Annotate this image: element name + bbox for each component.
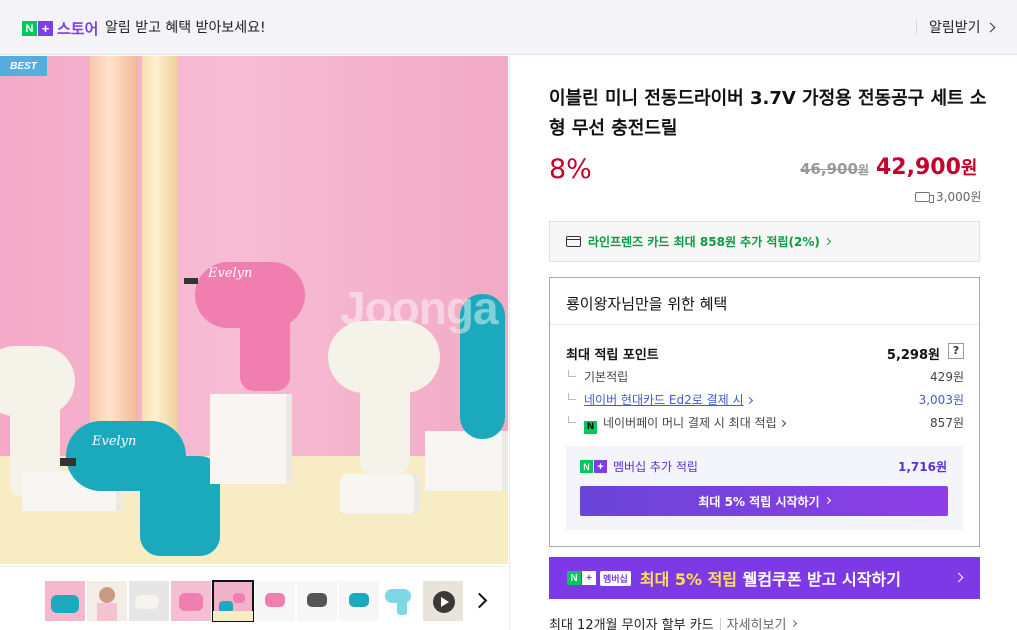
plus-icon: +	[594, 460, 607, 473]
alarm-button[interactable]: 알림받기	[929, 17, 995, 37]
product-title: 이블린 미니 전동드라이버 3.7V 가정용 전동공구 세트 소형 무선 충전드…	[549, 88, 987, 139]
divider	[719, 617, 721, 630]
thumbnail-strip	[0, 566, 508, 630]
points-row-value: 429원	[930, 370, 964, 384]
naver-n-icon: N	[567, 571, 581, 585]
banner-message: 알림 받고 혜택 받아보세요!	[105, 20, 266, 36]
thumbnail[interactable]	[381, 581, 421, 621]
naver-n-icon: N	[580, 460, 593, 473]
installment-text: 최대 12개월 무이자 할부 카드	[549, 618, 714, 630]
card-promo-button[interactable]: 라인프렌즈 카드 최대 858원 추가 적립(2%)	[549, 221, 980, 262]
membership-value: 1,716원	[898, 460, 947, 474]
plus-icon: +	[38, 21, 53, 36]
help-icon[interactable]: ?	[948, 343, 964, 359]
product-brand-text: Evelyn	[208, 266, 253, 281]
naver-plus-store-logo[interactable]: N + 스토어	[22, 18, 98, 39]
naver-n-icon: N	[22, 21, 37, 36]
chevron-right-icon	[778, 419, 786, 428]
welcome-coupon-button[interactable]: N + 멤버십 최대 5% 적립 웰컴쿠폰 받고 시작하기	[549, 557, 980, 599]
chevron-right-icon	[745, 396, 753, 405]
chevron-right-icon	[823, 496, 831, 505]
installment-info: 최대 12개월 무이자 할부 카드 자세히보기	[549, 614, 798, 630]
play-icon	[433, 591, 455, 613]
chevron-right-icon	[953, 572, 964, 583]
membership-box: N + 멤버십 추가 적립 1,716원 최대 5% 적립 시작하기	[566, 446, 963, 530]
card-promo-text: 라인프렌즈 카드 최대 858원 추가 적립(2%)	[588, 235, 820, 249]
coupon-highlight: 최대 5% 적립	[639, 570, 738, 589]
thumbnail-next-button[interactable]	[470, 589, 492, 613]
points-row-label: 기본적립	[584, 370, 629, 384]
benefit-box: 룡이왕자님만을 위한 혜택 최대 적립 포인트 5,298원 ? 기본적립 42…	[549, 277, 980, 547]
product-main-image[interactable]: Evelyn Evelyn Joonga	[0, 56, 508, 564]
membership-start-button[interactable]: 최대 5% 적립 시작하기	[580, 486, 948, 516]
thumbnail[interactable]	[45, 581, 85, 621]
divider	[550, 324, 979, 325]
thumbnail[interactable]	[87, 581, 127, 621]
product-brand-text: Evelyn	[92, 434, 137, 449]
membership-tag: 멤버십	[600, 570, 631, 586]
product-info-panel: 이블린 미니 전동드라이버 3.7V 가정용 전동공구 세트 소형 무선 충전드…	[509, 56, 1017, 630]
thumbnail[interactable]	[171, 581, 211, 621]
credit-card-icon	[566, 236, 581, 247]
points-row-value: 3,003원	[918, 393, 964, 407]
truck-icon	[915, 191, 934, 203]
coupon-text: 웰컴쿠폰 받고 시작하기	[737, 570, 901, 589]
thumbnail[interactable]	[255, 581, 295, 621]
sale-price: 42,900원	[876, 155, 978, 180]
max-points-label: 최대 적립 포인트	[566, 348, 659, 363]
chevron-right-icon	[823, 237, 831, 245]
thumbnail[interactable]	[297, 581, 337, 621]
benefit-title: 룡이왕자님만을 위한 혜택	[566, 295, 728, 313]
alarm-button-label: 알림받기	[929, 20, 981, 36]
points-row-value: 857원	[930, 416, 964, 430]
chevron-right-icon	[985, 22, 995, 32]
shipping-fee: 3,000원	[915, 188, 981, 205]
best-badge: BEST	[0, 56, 47, 76]
thumbnail-active[interactable]	[212, 580, 254, 622]
watermark: Joonga	[340, 282, 499, 334]
max-points-value: 5,298원	[886, 348, 940, 363]
discount-rate: 8%	[549, 154, 592, 185]
notification-banner: N + 스토어 알림 받고 혜택 받아보세요! 알림받기	[0, 0, 1017, 55]
divider	[916, 19, 917, 35]
membership-label: 멤버십 추가 적립	[613, 460, 698, 474]
logo-text: 스토어	[57, 20, 99, 38]
card-payment-link[interactable]: 네이버 현대카드 Ed2로 결제 시	[584, 393, 744, 407]
installment-more-link[interactable]: 자세히보기	[727, 614, 798, 630]
max-points-row: 최대 적립 포인트 5,298원 ?	[566, 343, 964, 363]
thumbnail-video[interactable]	[423, 581, 463, 621]
chevron-right-icon	[790, 619, 798, 627]
plus-icon: +	[582, 571, 596, 585]
thumbnail[interactable]	[129, 581, 169, 621]
npay-money-link[interactable]: N 네이버페이 머니 결제 시 최대 적립	[584, 414, 786, 434]
original-price: 46,900원	[800, 160, 869, 178]
thumbnail[interactable]	[339, 581, 379, 621]
naver-pay-icon: N	[584, 420, 597, 434]
